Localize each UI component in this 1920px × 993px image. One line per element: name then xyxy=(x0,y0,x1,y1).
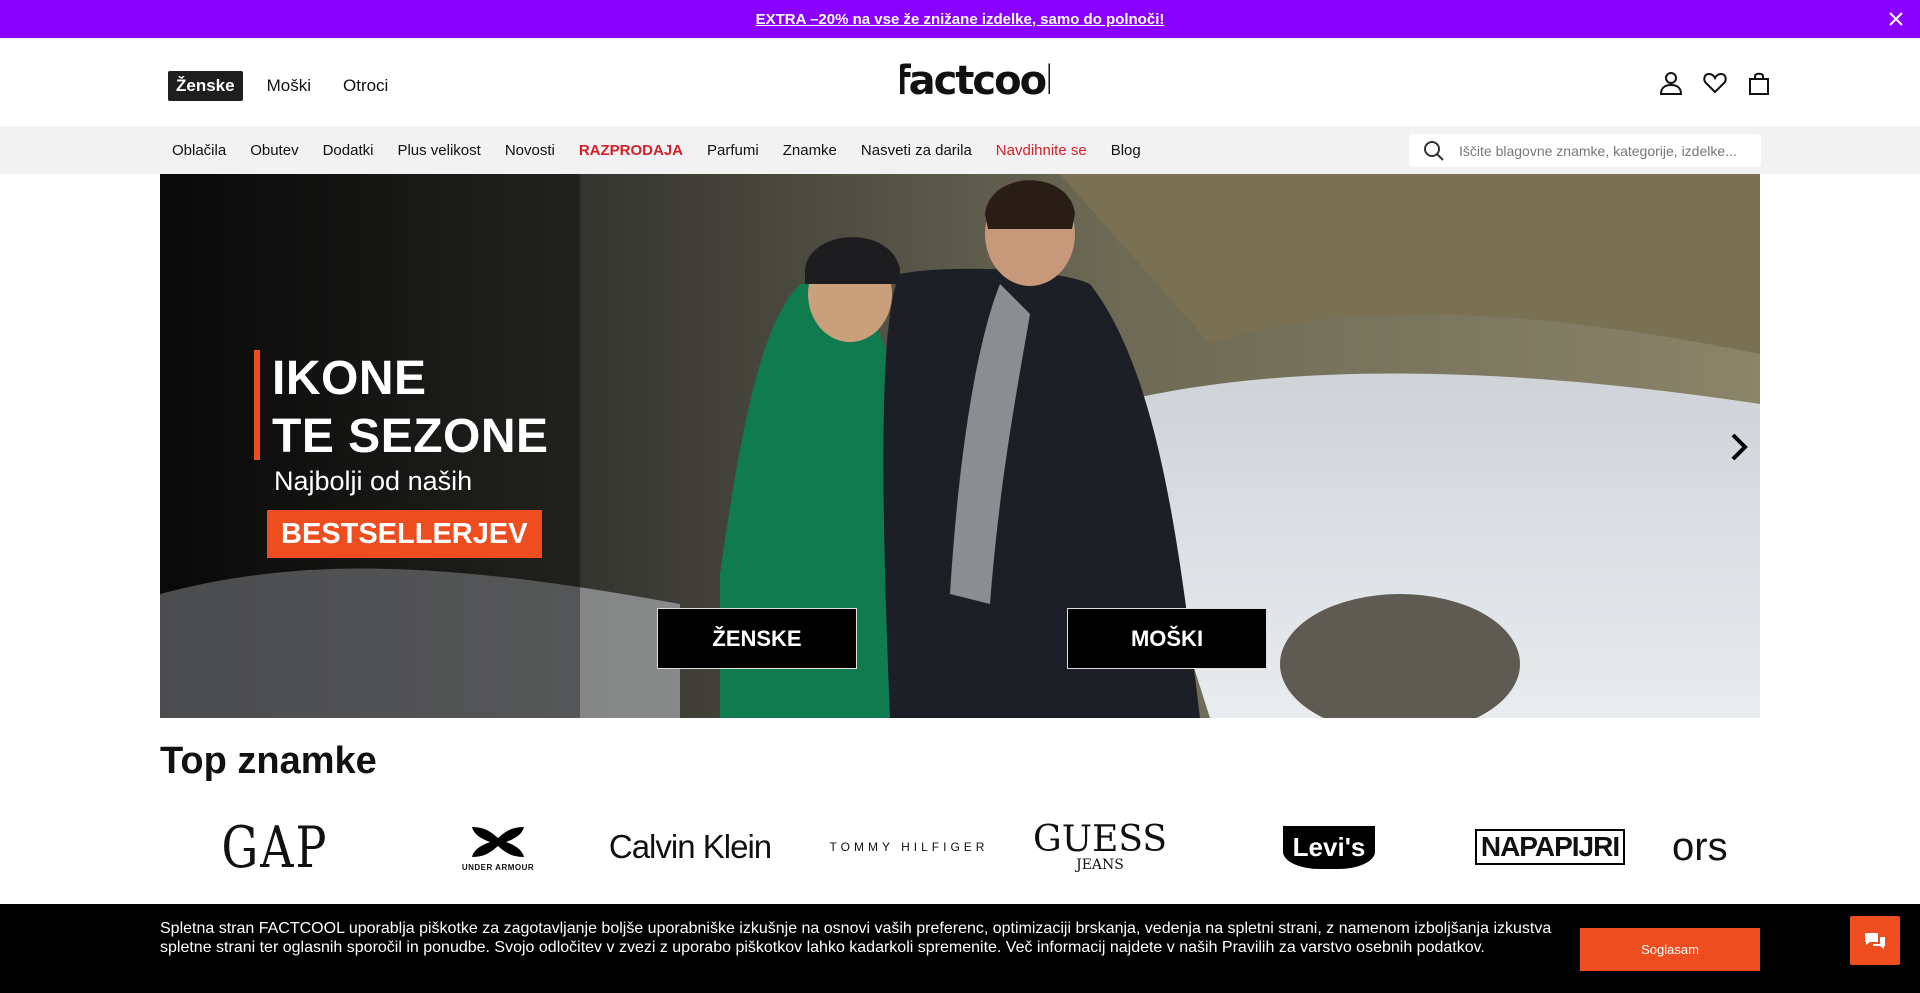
gender-switch: Ženske Moški Otroci xyxy=(168,71,412,101)
under-armour-logo-icon xyxy=(472,826,524,857)
shop-men-button[interactable]: MOŠKI xyxy=(1067,608,1267,669)
hero-banner[interactable]: IKONE TE SEZONE Najbolji od naših BESTSE… xyxy=(160,174,1760,718)
accept-cookies-button[interactable]: Soglasam xyxy=(1580,928,1760,971)
brand-under-armour[interactable]: UNDER ARMOUR xyxy=(428,812,568,882)
chat-button[interactable] xyxy=(1850,916,1900,965)
brand-napapijri[interactable]: NAPAPIJRI xyxy=(1460,812,1640,882)
nav-item-new[interactable]: Novosti xyxy=(493,142,567,159)
hero-subline: Najbolji od naših xyxy=(274,466,473,496)
nav-item-blog[interactable]: Blog xyxy=(1099,142,1153,159)
hero-headline-line-1: IKONE xyxy=(272,352,427,405)
factcool-logo[interactable]: factcool xyxy=(900,60,1050,104)
gender-women[interactable]: Ženske xyxy=(168,71,243,101)
brand-tommy-hilfiger-text: TOMMY HILFIGER xyxy=(829,840,989,854)
search-input[interactable] xyxy=(1459,142,1759,159)
brand-gap-text: GAP xyxy=(221,813,329,881)
bag-icon[interactable] xyxy=(1746,70,1772,96)
shop-women-button[interactable]: ŽENSKE xyxy=(657,608,857,669)
header-icons xyxy=(1658,70,1772,96)
close-icon[interactable] xyxy=(1886,9,1906,29)
brand-gap[interactable]: GAP xyxy=(220,812,330,882)
brand-tommy-hilfiger[interactable]: TOMMY HILFIGER xyxy=(816,812,1002,882)
promo-link[interactable]: EXTRA –20% na vse že znižane izdelke, sa… xyxy=(756,11,1165,28)
brand-guess-text: GUESS xyxy=(1032,819,1168,860)
category-nav: Oblačila Obutev Dodatki Plus velikost No… xyxy=(0,126,1920,174)
brand-levis[interactable]: Levi's xyxy=(1282,812,1376,882)
search-icon xyxy=(1424,140,1444,161)
nav-item-brands[interactable]: Znamke xyxy=(771,142,849,159)
brand-levis-text: Levi's xyxy=(1282,825,1376,869)
brand-orsay-text: ors xyxy=(1672,824,1728,869)
brand-orsay[interactable]: ors xyxy=(1672,812,1760,882)
nav-item-shoes[interactable]: Obutev xyxy=(238,142,310,159)
nav-item-perfumes[interactable]: Parfumi xyxy=(695,142,771,159)
nav-item-plus-size[interactable]: Plus velikost xyxy=(385,142,492,159)
gender-men[interactable]: Moški xyxy=(259,71,319,101)
hero-tag: BESTSELLERJEV xyxy=(267,510,542,558)
category-list: Oblačila Obutev Dodatki Plus velikost No… xyxy=(160,126,1153,174)
nav-item-clothing[interactable]: Oblačila xyxy=(160,142,238,159)
nav-item-inspire[interactable]: Navdihnite se xyxy=(984,142,1099,159)
promo-bar: EXTRA –20% na vse že znižane izdelke, sa… xyxy=(0,0,1920,38)
brand-guess-jeans-text: JEANS xyxy=(1076,857,1124,873)
chat-icon xyxy=(1865,932,1885,949)
site-header: Ženske Moški Otroci factcool xyxy=(0,38,1920,126)
brand-under-armour-text: UNDER ARMOUR xyxy=(461,862,535,872)
search-box[interactable] xyxy=(1409,134,1761,167)
heart-icon[interactable] xyxy=(1702,70,1728,96)
cookie-text: Spletna stran FACTCOOL uporablja piškotk… xyxy=(160,920,1552,956)
nav-item-sale[interactable]: RAZPRODAJA xyxy=(567,142,695,159)
brand-calvin-klein-text: Calvin Klein xyxy=(608,828,772,865)
logo-text: factcool xyxy=(900,60,1050,104)
headline-accent-bar xyxy=(254,350,260,460)
cookie-banner: Spletna stran FACTCOOL uporablja piškotk… xyxy=(0,904,1920,993)
nav-item-accessories[interactable]: Dodatki xyxy=(311,142,386,159)
hero-headline: IKONE TE SEZONE xyxy=(272,350,549,466)
brand-calvin-klein[interactable]: Calvin Klein xyxy=(600,812,780,882)
top-brands-title: Top znamke xyxy=(160,740,377,782)
brand-guess[interactable]: GUESS JEANS xyxy=(1033,812,1167,882)
nav-item-gift-tips[interactable]: Nasveti za darila xyxy=(849,142,984,159)
brand-napapijri-text: NAPAPIJRI xyxy=(1474,829,1626,865)
brand-carousel: GAP UNDER ARMOUR Calvin Klein TOMMY HILF… xyxy=(160,812,1760,882)
hero-headline-line-2: TE SEZONE xyxy=(272,410,549,463)
user-icon[interactable] xyxy=(1658,70,1684,96)
gender-kids[interactable]: Otroci xyxy=(335,71,396,101)
chevron-right-icon[interactable] xyxy=(1726,430,1752,464)
